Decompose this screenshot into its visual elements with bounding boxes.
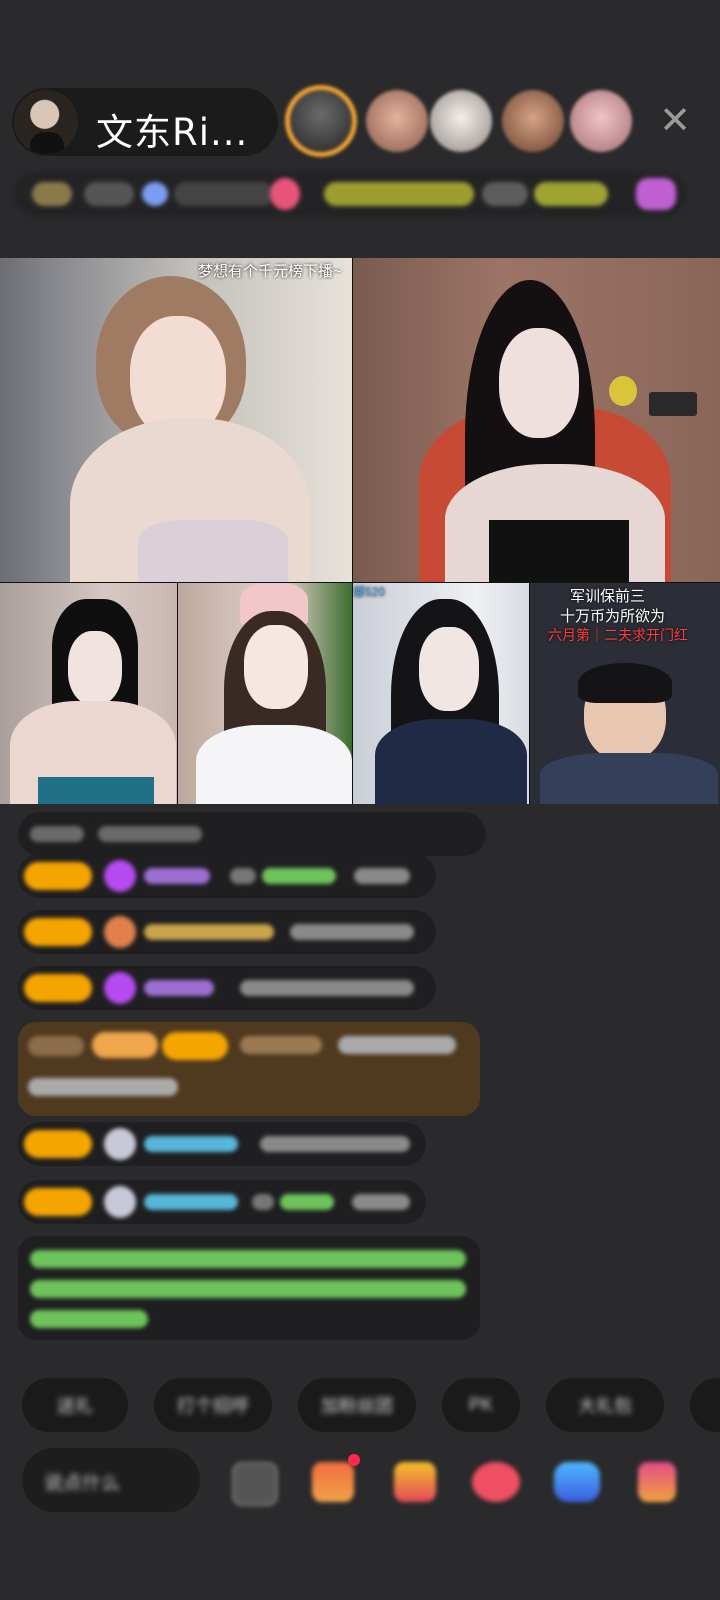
notification-dot — [348, 1454, 360, 1466]
video-tile-1[interactable]: 梦想有个千元榜下播~ — [0, 258, 352, 582]
gift-box-icon[interactable] — [312, 1462, 354, 1502]
quick-action-3[interactable]: 加粉丝团 — [298, 1378, 416, 1432]
quick-action-5[interactable]: 大礼包 — [546, 1378, 664, 1432]
quick-action-more[interactable] — [690, 1378, 720, 1432]
close-icon[interactable]: ✕ — [656, 102, 694, 140]
chat-message-highlight[interactable] — [18, 1022, 480, 1116]
quick-action-1[interactable]: 送礼 — [22, 1378, 128, 1432]
guest-4-shirt — [196, 725, 352, 804]
video-tile-6[interactable]: 军训保前三 十万币为所欲为 六月第｜二夫求开门红 — [530, 583, 720, 804]
guest-6-body — [540, 753, 718, 804]
host-name: 文东Ri... — [96, 111, 249, 154]
guest-1-top — [138, 520, 288, 582]
tile-6-caption-line2: 十万币为所欲为 — [560, 608, 666, 625]
chat-message-1[interactable] — [18, 812, 486, 856]
quick-action-4[interactable]: PK — [442, 1378, 520, 1432]
viewer-avatar-3[interactable] — [430, 90, 492, 152]
treasure-icon[interactable] — [394, 1462, 436, 1502]
video-tile-3[interactable] — [0, 583, 177, 804]
viewer-avatar-1[interactable] — [290, 90, 352, 152]
video-tile-2[interactable] — [353, 258, 720, 582]
host-info-pill[interactable]: 文东Ri... — [12, 88, 278, 156]
guest-6-hair — [578, 663, 672, 703]
guest-3-top — [38, 777, 154, 804]
frog-toy — [609, 376, 637, 406]
chat-message-5[interactable] — [18, 1122, 426, 1166]
multi-guest-video-grid: 梦想有个千元榜下播~ 娜520 军训保前三 十万币为所欲为 六月第｜二夫求开门红 — [0, 258, 720, 804]
tile-1-caption: 梦想有个千元榜下播~ — [198, 263, 342, 280]
heart-gift-icon[interactable] — [472, 1462, 520, 1502]
guest-2-top — [489, 520, 629, 582]
game-icon[interactable] — [554, 1462, 600, 1502]
guest-5-top — [375, 719, 527, 804]
guest-2-face — [499, 328, 579, 438]
video-tile-4[interactable] — [178, 583, 352, 804]
chat-message-6[interactable] — [18, 1180, 426, 1224]
viewer-avatar-2[interactable] — [366, 90, 428, 152]
comment-input[interactable]: 说点什么 — [22, 1448, 200, 1512]
viewer-avatar-5[interactable] — [570, 90, 632, 152]
desk-clock — [649, 392, 697, 416]
emoji-icon[interactable] — [232, 1462, 278, 1506]
guest-3-face — [68, 631, 122, 705]
chat-message-4[interactable] — [18, 966, 436, 1010]
chat-message-2[interactable] — [18, 854, 436, 898]
tile-6-caption-line1: 军训保前三 — [570, 588, 646, 605]
guest-4-face — [244, 625, 308, 709]
tile-6-caption-line3: 六月第｜二夫求开门红 — [548, 627, 688, 643]
live-info-strip[interactable] — [14, 172, 686, 216]
video-tile-5[interactable]: 娜520 — [353, 583, 529, 804]
guest-5-face — [419, 627, 479, 711]
quick-action-2[interactable]: 打个招呼 — [154, 1378, 272, 1432]
system-notice — [18, 1236, 480, 1340]
more-gift-icon[interactable] — [638, 1462, 676, 1502]
host-avatar[interactable] — [14, 90, 78, 154]
tile-5-caption: 娜520 — [353, 585, 386, 599]
viewer-avatar-4[interactable] — [502, 90, 564, 152]
chat-message-3[interactable] — [18, 910, 436, 954]
